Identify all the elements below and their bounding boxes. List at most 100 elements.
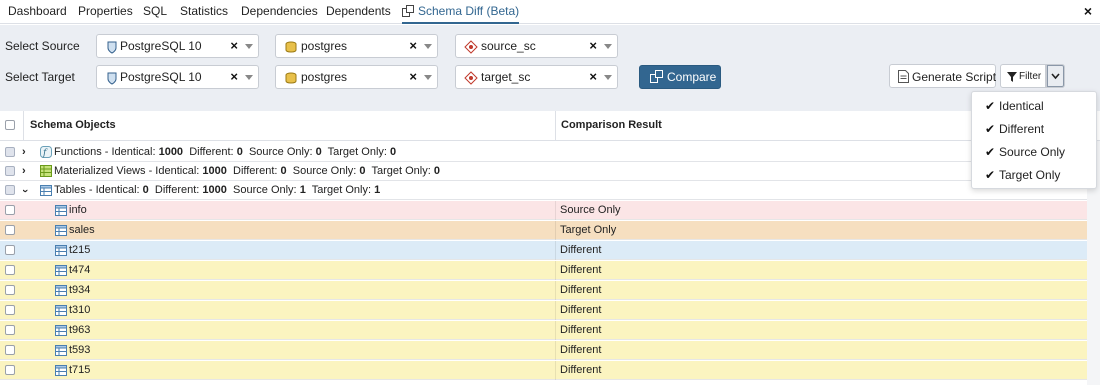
target-schema-value: target_sc	[481, 70, 531, 84]
row-checkbox[interactable]	[5, 325, 15, 335]
compare-controls: Select Source Select Target PostgreSQL 1…	[0, 25, 1100, 111]
object-name: info	[69, 204, 87, 216]
filter-button[interactable]: Filter	[1000, 64, 1046, 88]
tab-dependents[interactable]: Dependents	[326, 0, 391, 24]
schema-icon	[464, 40, 478, 54]
clear-icon[interactable]: ×	[409, 69, 417, 84]
table-icon	[55, 305, 67, 316]
generate-script-button[interactable]: Generate Script	[889, 64, 996, 88]
source-database-select[interactable]: postgres ×	[275, 34, 438, 58]
column-header-objects[interactable]: Schema Objects	[30, 119, 116, 131]
clear-icon[interactable]: ×	[409, 38, 417, 53]
chevron-down-icon[interactable]	[245, 75, 253, 80]
table-row[interactable]: t963 Different	[0, 321, 1087, 340]
filter-option-target-only[interactable]: ✔ Target Only	[972, 164, 1096, 186]
compare-icon	[650, 70, 663, 83]
chevron-down-icon	[1051, 73, 1060, 80]
table-row[interactable]: t934 Different	[0, 281, 1087, 300]
object-name: t474	[69, 264, 91, 276]
comparison-result: Different	[560, 284, 602, 296]
compare-button[interactable]: Compare	[639, 65, 721, 89]
server-icon	[107, 41, 117, 54]
close-icon[interactable]: ×	[1084, 4, 1092, 18]
chevron-down-icon[interactable]	[604, 75, 612, 80]
table-row[interactable]: sales Target Only	[0, 221, 1087, 240]
comparison-result: Different	[560, 364, 602, 376]
clear-icon[interactable]: ×	[230, 69, 238, 84]
row-checkbox[interactable]	[5, 265, 15, 275]
filter-option-source-only[interactable]: ✔ Source Only	[972, 141, 1096, 163]
tab-statistics[interactable]: Statistics	[180, 0, 228, 24]
object-name: t593	[69, 344, 91, 356]
group-row-tables[interactable]: › Tables - Identical: 0 Different: 1000 …	[0, 181, 1100, 200]
row-checkbox[interactable]	[5, 365, 15, 375]
tab-schema-diff-label: Schema Diff (Beta)	[418, 4, 520, 18]
row-checkbox[interactable]	[5, 285, 15, 295]
column-header-result[interactable]: Comparison Result	[561, 119, 662, 131]
expand-icon[interactable]: ›	[22, 146, 26, 158]
row-checkbox[interactable]	[5, 205, 15, 215]
group-row-materialized-views[interactable]: › Materialized Views - Identical: 1000 D…	[0, 162, 1100, 181]
generate-script-label: Generate Script	[912, 70, 997, 84]
tab-dashboard[interactable]: Dashboard	[8, 0, 67, 24]
tab-sql[interactable]: SQL	[143, 0, 167, 24]
target-schema-select[interactable]: target_sc ×	[455, 65, 618, 89]
row-checkbox[interactable]	[5, 245, 15, 255]
group-checkbox[interactable]	[5, 166, 15, 176]
table-row[interactable]: t310 Different	[0, 301, 1087, 320]
filter-icon	[1007, 72, 1017, 82]
target-server-value: PostgreSQL 10	[120, 70, 202, 84]
table-row[interactable]: t474 Different	[0, 261, 1087, 280]
table-row[interactable]: t215 Different	[0, 241, 1087, 260]
select-source-label: Select Source	[5, 39, 80, 53]
row-checkbox[interactable]	[5, 305, 15, 315]
row-checkbox[interactable]	[5, 225, 15, 235]
chevron-down-icon[interactable]	[604, 44, 612, 49]
column-divider	[555, 301, 556, 320]
group-checkbox[interactable]	[5, 185, 15, 195]
column-divider	[555, 221, 556, 240]
table-row[interactable]: t593 Different	[0, 341, 1087, 360]
clear-icon[interactable]: ×	[589, 69, 597, 84]
materialized-views-icon	[40, 165, 52, 177]
clear-icon[interactable]: ×	[230, 38, 238, 53]
filter-dropdown-toggle[interactable]	[1046, 64, 1065, 88]
tab-properties[interactable]: Properties	[78, 0, 133, 24]
column-divider	[555, 321, 556, 340]
database-icon	[285, 41, 297, 53]
source-server-value: PostgreSQL 10	[120, 39, 202, 53]
chevron-down-icon[interactable]	[424, 75, 432, 80]
table-row[interactable]: info Source Only	[0, 201, 1087, 220]
column-divider	[555, 111, 556, 141]
object-name: t963	[69, 324, 91, 336]
column-divider	[555, 361, 556, 380]
target-server-select[interactable]: PostgreSQL 10 ×	[96, 65, 259, 89]
object-name: t934	[69, 284, 91, 296]
group-row-functions[interactable]: › f Functions - Identical: 1000 Differen…	[0, 143, 1100, 162]
source-server-select[interactable]: PostgreSQL 10 ×	[96, 34, 259, 58]
table-row[interactable]: t715 Different	[0, 361, 1087, 380]
clear-icon[interactable]: ×	[589, 38, 597, 53]
table-icon	[55, 225, 67, 236]
tab-schema-diff[interactable]: Schema Diff (Beta)	[402, 0, 520, 24]
group-label-functions: Functions - Identical: 1000 Different: 0…	[54, 146, 397, 158]
group-checkbox[interactable]	[5, 147, 15, 157]
tab-dependencies[interactable]: Dependencies	[241, 0, 318, 24]
row-checkbox[interactable]	[5, 345, 15, 355]
filter-option-identical[interactable]: ✔ Identical	[972, 95, 1096, 117]
tab-bar: Dashboard Properties SQL Statistics Depe…	[0, 0, 1100, 24]
functions-icon: f	[40, 146, 52, 158]
expand-icon[interactable]: ›	[22, 165, 26, 177]
select-all-checkbox[interactable]	[5, 120, 15, 130]
column-divider	[555, 201, 556, 220]
comparison-result: Different	[560, 324, 602, 336]
chevron-down-icon[interactable]	[424, 44, 432, 49]
filter-option-label: Target Only	[999, 168, 1061, 182]
check-icon: ✔	[985, 168, 996, 182]
target-database-select[interactable]: postgres ×	[275, 65, 438, 89]
source-schema-select[interactable]: source_sc ×	[455, 34, 618, 58]
filter-option-different[interactable]: ✔ Different	[972, 118, 1096, 140]
collapse-icon[interactable]: ›	[19, 189, 31, 193]
chevron-down-icon[interactable]	[245, 44, 253, 49]
group-label-tables: Tables - Identical: 0 Different: 1000 So…	[54, 184, 381, 196]
